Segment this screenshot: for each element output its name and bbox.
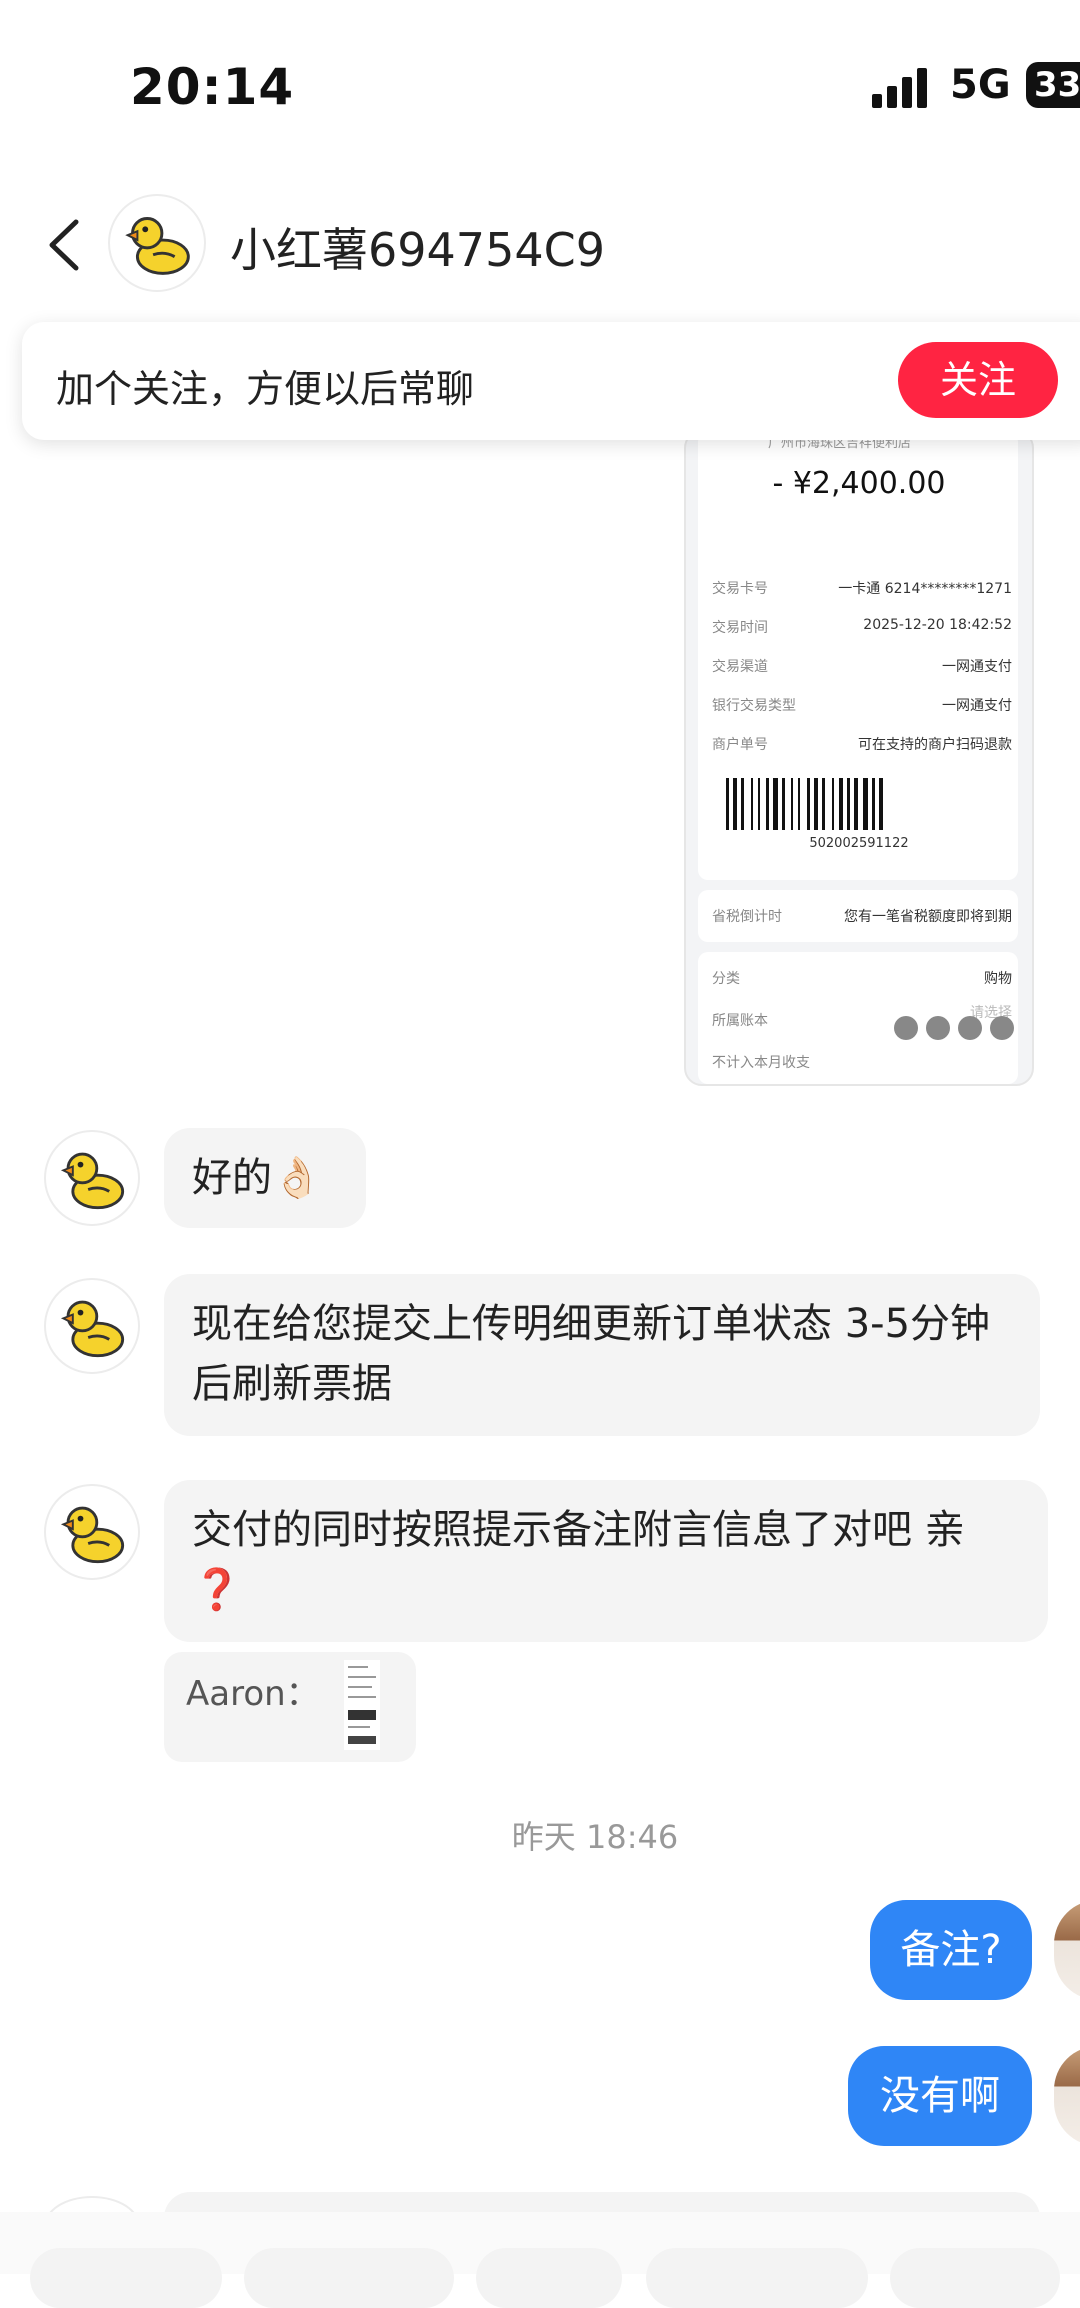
outgoing-message-bubble[interactable]: 备注?: [870, 1900, 1032, 2000]
receipt-row-value: 一网通支付: [942, 698, 1012, 714]
more-icon: [990, 1016, 1014, 1040]
save-icon: [926, 1016, 950, 1040]
receipt-row-label: 银行交易类型: [712, 698, 796, 714]
receipt-thumbnail[interactable]: [344, 1660, 380, 1750]
message-bubble[interactable]: 交付的同时按照提示备注附言信息了对吧 亲 ❓: [164, 1480, 1048, 1642]
duck-icon: [60, 1300, 125, 1358]
user-avatar[interactable]: [1054, 1900, 1080, 2000]
share-icon: [894, 1016, 918, 1040]
message-bubble[interactable]: 现在给您提交上传明细更新订单状态 3-5分钟后刷新票据: [164, 1274, 1040, 1436]
barcode-icon: [726, 778, 988, 830]
ok-hand-emoji: 👌🏻: [272, 1155, 322, 1201]
message-bubble[interactable]: 好的👌🏻: [164, 1128, 366, 1228]
contact-avatar[interactable]: [44, 1278, 140, 1374]
exclude-label: 不计入本月收支: [712, 1055, 810, 1071]
contact-avatar[interactable]: [44, 1484, 140, 1580]
duck-icon: [60, 1506, 125, 1564]
quick-reply-chip[interactable]: [30, 2248, 222, 2308]
contact-avatar[interactable]: [44, 1130, 140, 1226]
duck-icon: [60, 1152, 125, 1210]
message-text: 交付的同时按照提示备注附言信息了对吧 亲: [192, 1507, 965, 1553]
receipt-row-value: 一卡通 6214********1271: [838, 581, 1012, 597]
follow-prompt-card: 加个关注，方便以后常聊 关注: [22, 322, 1080, 440]
quick-reply-chip[interactable]: [244, 2248, 454, 2308]
message-text: 现在给您提交上传明细更新订单状态 3-5分钟后刷新票据: [192, 1301, 991, 1407]
receipt-row-label: 交易卡号: [712, 581, 768, 597]
quick-reply-chip[interactable]: [646, 2248, 868, 2308]
follow-button[interactable]: 关注: [898, 342, 1058, 418]
contact-name: 小红薯694754C9: [230, 223, 605, 277]
barcode-number: 502002591122: [809, 836, 909, 851]
receipt-amount: - ¥2,400.00: [772, 466, 946, 501]
category-label: 分类: [712, 971, 740, 987]
outgoing-message-bubble[interactable]: 没有啊: [848, 2046, 1032, 2146]
network-type: 5G: [950, 62, 1011, 108]
quick-reply-chip[interactable]: [890, 2248, 1060, 2308]
message-text: 没有啊: [880, 2073, 1000, 2119]
battery-icon: 33: [1026, 62, 1080, 108]
user-avatar[interactable]: [1054, 2046, 1080, 2146]
tax-label: 省税倒计时: [712, 909, 782, 925]
receipt-image-message[interactable]: 广州市海珠区吉祥便利店 - ¥2,400.00 交易卡号 一卡通 6214***…: [684, 430, 1034, 1086]
status-time: 20:14: [130, 58, 295, 116]
cellular-signal-icon: [872, 66, 932, 108]
receipt-row-value: 2025-12-20 18:42:52: [863, 617, 1012, 633]
account-label: 所属账本: [712, 1013, 768, 1029]
back-chevron-icon[interactable]: [44, 218, 84, 272]
message-timestamp: 昨天 18:46: [511, 1818, 679, 1856]
category-value: 购物: [984, 971, 1012, 987]
follow-prompt-text: 加个关注，方便以后常聊: [56, 367, 475, 411]
duck-icon: [125, 217, 190, 275]
message-text: 好的: [192, 1155, 272, 1201]
quick-reply-chip[interactable]: [476, 2248, 622, 2308]
receipt-row-label: 交易时间: [712, 620, 768, 636]
question-emoji: ❓: [192, 1567, 242, 1613]
tax-value: 您有一笔省税额度即将到期: [844, 909, 1012, 925]
message-text: 备注?: [900, 1927, 1002, 1973]
receipt-row-label: 交易渠道: [712, 659, 768, 675]
receipt-row-label: 商户单号: [712, 737, 768, 753]
receipt-row-value: 可在支持的商户扫码退款: [858, 737, 1012, 753]
quote-sender: Aaron：: [186, 1674, 320, 1714]
receipt-row-value: 一网通支付: [942, 659, 1012, 675]
grid-icon: [958, 1016, 982, 1040]
contact-avatar[interactable]: [108, 194, 206, 292]
